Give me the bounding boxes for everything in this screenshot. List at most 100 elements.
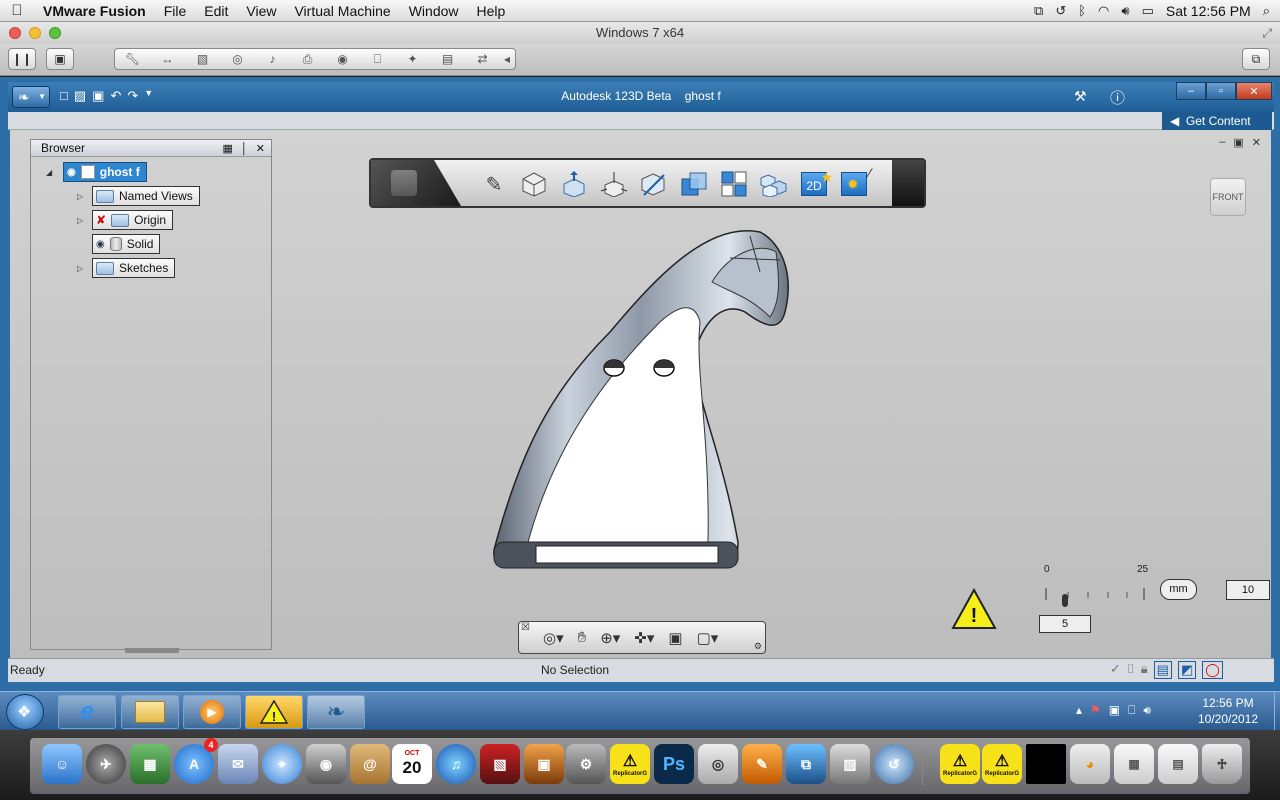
menu-window[interactable]: Window xyxy=(400,3,468,19)
app-minimize-button[interactable]: – xyxy=(1176,82,1206,100)
browser-close-icon[interactable]: ✕ xyxy=(256,141,265,157)
panel-resize-handle[interactable] xyxy=(125,648,179,653)
lock-icon[interactable]: 🔒︎ xyxy=(1141,661,1148,679)
grid-size-field[interactable]: 10 xyxy=(1226,580,1270,600)
expand-named-views-icon[interactable]: ▷ xyxy=(77,192,83,201)
app-store-icon[interactable]: A 4 xyxy=(174,738,218,784)
window-close-button[interactable] xyxy=(9,27,21,39)
expand-origin-icon[interactable]: ▷ xyxy=(77,216,83,225)
settings-wrench-icon[interactable]: 🔧︎ xyxy=(115,52,150,66)
replicatorg-icon[interactable]: ⚠︎ ReplicatorG xyxy=(610,744,650,784)
viewport-close-icon[interactable]: ✕ xyxy=(1252,136,1261,149)
grouping-button[interactable] xyxy=(757,168,791,200)
visibility-eye-icon[interactable]: ◉ xyxy=(96,239,105,250)
apple-menu-icon[interactable]:  xyxy=(0,2,34,19)
window-minimize-button[interactable] xyxy=(29,27,41,39)
pause-button[interactable]: ❙❙ xyxy=(8,48,36,70)
fit-view-icon[interactable]: ▤ xyxy=(1153,661,1172,679)
menu-virtual-machine[interactable]: Virtual Machine xyxy=(285,3,399,19)
device-icon[interactable]: ▣ xyxy=(1109,703,1120,718)
zoom-icon[interactable]: ⊕▾ xyxy=(600,629,620,647)
warning-icon[interactable]: ! xyxy=(951,588,997,630)
vmware-fusion-icon[interactable]: ⧉ xyxy=(786,744,826,784)
get-content-tab[interactable]: ◀ Get Content xyxy=(1162,112,1272,130)
combine-button[interactable] xyxy=(677,168,711,200)
dvd-player-icon[interactable]: ◎ xyxy=(698,744,738,784)
preview-icon[interactable]: ▨ xyxy=(830,744,870,784)
material-icon[interactable]: ◩ xyxy=(1177,661,1197,679)
bluetooth-device-icon[interactable]: ✦ xyxy=(395,52,430,66)
sync-icon[interactable]: ⇄ xyxy=(465,52,500,66)
look-at-icon[interactable]: ✜▾ xyxy=(634,629,654,647)
volume-tray-icon[interactable]: 🔊︎ xyxy=(1143,703,1151,718)
taskbar-explorer[interactable] xyxy=(121,695,179,729)
hard-disk-icon[interactable]: ▤ xyxy=(430,52,465,66)
browser-pin-icon[interactable]: │ xyxy=(241,141,248,157)
pan-hand-icon[interactable]: ✋︎ xyxy=(578,629,587,646)
replicatorg-doc-icon-2[interactable]: ⚠︎ ReplicatorG xyxy=(982,744,1022,784)
grid-snap-icon[interactable]: ⌷ xyxy=(1127,661,1135,679)
volume-icon[interactable]: 🔊︎ xyxy=(1121,3,1129,19)
main-menu-cube-icon[interactable] xyxy=(391,170,417,196)
view-cube[interactable]: FRONT xyxy=(1210,178,1246,216)
viewport-minimize-icon[interactable]: – xyxy=(1219,136,1225,149)
search-help-icon[interactable]: ⚒ xyxy=(1074,88,1087,105)
menu-edit[interactable]: Edit xyxy=(195,3,237,19)
show-hidden-icons[interactable]: ▴ xyxy=(1076,703,1082,718)
scale-ruler[interactable] xyxy=(1040,582,1152,610)
photo-booth-icon[interactable]: ▧ xyxy=(480,744,520,784)
sound-icon[interactable]: ♪ xyxy=(255,52,290,66)
start-button[interactable]: ❖ xyxy=(6,694,44,730)
network-icon[interactable]: ↔ xyxy=(150,52,185,66)
fullscreen-icon[interactable]: ⤢ xyxy=(1262,22,1272,44)
app-restore-button[interactable]: ▫ xyxy=(1206,82,1236,100)
show-desktop-button[interactable] xyxy=(1274,692,1280,730)
disk-icon[interactable]: ◉ xyxy=(325,52,360,66)
render-button[interactable]: ✹ ∕ xyxy=(837,165,871,200)
unit-button[interactable]: mm xyxy=(1160,579,1197,600)
expand-sketches-icon[interactable]: ▷ xyxy=(77,264,83,273)
taskbar-clock[interactable]: 12:56 PM 10/20/2012 xyxy=(1188,695,1268,727)
construct-button[interactable] xyxy=(557,168,591,200)
system-preferences-icon[interactable]: ⚙ xyxy=(566,744,606,784)
action-center-icon[interactable]: ⚑ xyxy=(1090,703,1101,718)
modify-button[interactable] xyxy=(637,168,671,200)
browser-node-solid[interactable]: ◉ Solid xyxy=(92,234,161,254)
replicatorg-doc-icon-1[interactable]: ⚠︎ ReplicatorG xyxy=(940,744,980,784)
itunes-icon[interactable]: ♫ xyxy=(436,744,476,784)
browser-node-origin[interactable]: ✘ Origin xyxy=(92,210,174,230)
navbar-close-icon[interactable]: ☒ xyxy=(521,622,530,633)
camera-icon[interactable]: ◎ xyxy=(220,52,255,66)
window-thumbnail-icon[interactable]: ▤ xyxy=(1158,744,1198,784)
taskbar-ie[interactable]: e xyxy=(58,695,116,729)
navbar-settings-icon[interactable]: ⚙ xyxy=(754,641,762,652)
snap-check-icon[interactable]: ✓ xyxy=(1110,661,1121,679)
printer-icon[interactable]: ⎙ xyxy=(290,52,325,67)
help-icon[interactable]: ⓘ xyxy=(1110,87,1125,108)
trash-icon[interactable]: ♱ xyxy=(1202,744,1242,784)
menu-view[interactable]: View xyxy=(237,3,285,19)
menu-help[interactable]: Help xyxy=(468,3,515,19)
spotlight-search-icon[interactable]: ⌕ xyxy=(1263,3,1270,19)
photoshop-icon[interactable]: Ps xyxy=(654,744,694,784)
window-zoom-button[interactable] xyxy=(49,27,61,39)
terminal-window-thumbnail[interactable] xyxy=(1026,744,1066,784)
network-tray-icon[interactable]: ⎕ xyxy=(1128,703,1135,718)
transform-button[interactable] xyxy=(597,168,631,200)
wifi-icon[interactable]: ◠ xyxy=(1098,3,1109,19)
facetime-icon[interactable]: ◉ xyxy=(306,744,346,784)
taskbar-warning-app[interactable]: ! xyxy=(245,695,303,729)
visibility-eye-icon[interactable]: ◉ xyxy=(67,167,76,178)
taskbar-media-player[interactable]: ▶ xyxy=(183,695,241,729)
finder-icon[interactable]: ☺ xyxy=(42,744,82,784)
2d-drawing-button[interactable]: 2D ★ xyxy=(797,168,833,200)
dashboard-icon[interactable]: ▦ xyxy=(130,744,170,784)
vmware-status-icon[interactable]: ⧉ xyxy=(1034,3,1043,19)
browser-node-named-views[interactable]: Named Views xyxy=(92,186,200,206)
browser-node-sketches[interactable]: Sketches xyxy=(92,258,176,278)
document-thumbnail-icon[interactable]: ◕ xyxy=(1070,744,1110,784)
battery-icon[interactable]: ▭ xyxy=(1142,3,1154,19)
safari-icon[interactable]: ⌖ xyxy=(262,744,302,784)
calendar-icon[interactable]: OCT 20 xyxy=(392,744,432,784)
capture-icon[interactable]: ▣ xyxy=(668,629,682,647)
